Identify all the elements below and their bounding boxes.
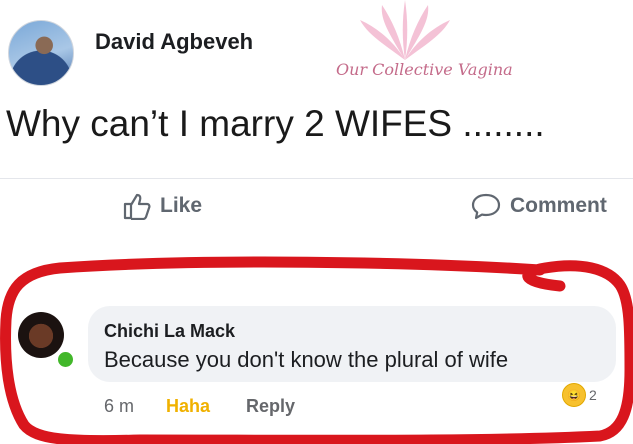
watermark-logo bbox=[360, 0, 450, 60]
haha-reaction-button[interactable]: Haha bbox=[166, 396, 210, 417]
post-author-name[interactable]: David Agbeveh bbox=[95, 29, 253, 55]
reaction-count: 2 bbox=[589, 387, 597, 403]
thumbs-up-icon bbox=[123, 193, 151, 220]
reply-button[interactable]: Reply bbox=[246, 396, 295, 417]
commenter-avatar[interactable] bbox=[18, 312, 64, 358]
comment-timestamp[interactable]: 6 m bbox=[104, 396, 134, 417]
watermark-text: Our Collective Vagina bbox=[336, 60, 513, 79]
comment-label: Comment bbox=[510, 194, 607, 217]
reaction-count-badge[interactable]: 😆 2 bbox=[562, 383, 597, 407]
comment-button[interactable]: Comment bbox=[470, 192, 607, 220]
online-status-dot bbox=[56, 350, 75, 369]
like-label: Like bbox=[160, 194, 203, 217]
commenter-name[interactable]: Chichi La Mack bbox=[104, 321, 235, 342]
post-text: Why can’t I marry 2 WIFES ........ bbox=[6, 103, 545, 144]
comment-bubble-icon bbox=[471, 193, 501, 220]
like-button[interactable]: Like bbox=[122, 192, 202, 220]
divider bbox=[0, 178, 633, 179]
author-avatar[interactable] bbox=[8, 20, 74, 86]
comment-text: Because you don't know the plural of wif… bbox=[104, 347, 509, 372]
haha-emoji-icon: 😆 bbox=[562, 383, 586, 407]
